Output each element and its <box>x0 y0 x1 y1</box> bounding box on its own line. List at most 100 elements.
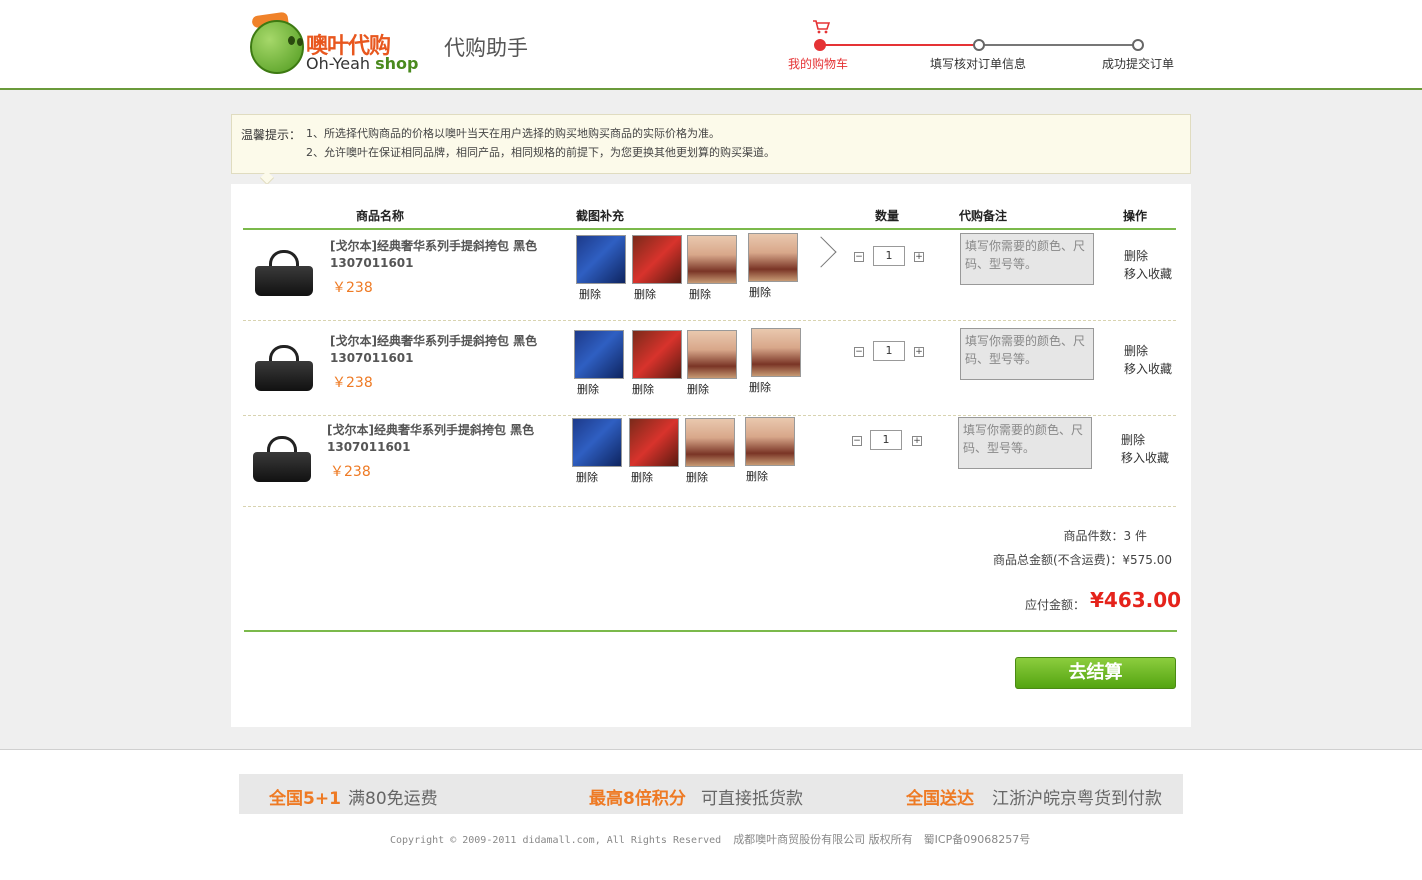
bag-body <box>253 452 311 482</box>
move-to-favorites-link[interactable]: 移入收藏 <box>1124 265 1172 282</box>
screenshot-delete-link[interactable]: 删除 <box>631 469 653 485</box>
screenshot-delete-link[interactable]: 删除 <box>687 381 709 397</box>
delete-item-link[interactable]: 删除 <box>1124 342 1148 359</box>
step-line-active <box>820 44 980 46</box>
screenshot-delete-link[interactable]: 删除 <box>746 468 768 484</box>
qty-input[interactable]: 1 <box>873 341 905 361</box>
product-thumbnail[interactable] <box>251 248 317 296</box>
screenshot-delete-link[interactable]: 删除 <box>579 286 601 302</box>
screenshot-delete-link[interactable]: 删除 <box>749 284 771 300</box>
product-name[interactable]: [戈尔本]经典奢华系列手提斜挎包 黑色 1307011601 <box>330 333 560 367</box>
product-thumbnail[interactable] <box>251 343 317 391</box>
qty-increase-button[interactable]: + <box>914 347 924 357</box>
note-textarea[interactable]: 填写你需要的颜色、尺码、型号等。 <box>958 417 1092 469</box>
cart-row: [戈尔本]经典奢华系列手提斜挎包 黑色 1307011601 ￥238 删除 删… <box>243 414 1176 507</box>
screenshot-thumb[interactable] <box>685 418 735 467</box>
service-strip: 全国5+1 满80免运费 最高8倍积分 可直接抵货款 全国送达 江浙沪皖京粤货到… <box>239 774 1183 814</box>
step-dot <box>1132 39 1144 51</box>
product-price: ￥238 <box>332 280 373 296</box>
copyright: Copyright © 2009-2011 didamall.com, All … <box>390 831 1030 847</box>
screenshot-delete-link[interactable]: 删除 <box>686 469 708 485</box>
product-price: ￥238 <box>330 464 371 480</box>
logo-eye-icon <box>288 36 295 45</box>
chevron-right-icon[interactable] <box>805 236 837 268</box>
product-price: ￥238 <box>332 375 373 391</box>
qty-input[interactable]: 1 <box>873 246 905 266</box>
step-dot-active <box>814 39 826 51</box>
qty-increase-button[interactable]: + <box>912 436 922 446</box>
qty-decrease-button[interactable]: − <box>854 252 864 262</box>
service-text: 可直接抵货款 <box>701 789 803 809</box>
product-name[interactable]: [戈尔本]经典奢华系列手提斜挎包 黑色 1307011601 <box>327 422 557 456</box>
logo-en-text: Oh-Yeah shop <box>306 54 419 73</box>
bag-body <box>255 361 313 391</box>
step-dot <box>973 39 985 51</box>
logo-en-a: Oh-Yeah <box>306 54 376 73</box>
note-textarea[interactable]: 填写你需要的颜色、尺码、型号等。 <box>960 328 1094 380</box>
col-header-name: 商品名称 <box>356 209 405 223</box>
tip-line: 1、所选择代购商品的价格以噢叶当天在用户选择的购买地购买商品的实际价格为准。 <box>306 127 720 140</box>
screenshot-delete-link[interactable]: 删除 <box>577 381 599 397</box>
col-header-qty: 数量 <box>875 209 900 223</box>
tip-label: 温馨提示： <box>241 128 302 142</box>
screenshot-thumb[interactable] <box>748 233 798 282</box>
delete-item-link[interactable]: 删除 <box>1124 247 1148 264</box>
step-line <box>980 44 1138 46</box>
cart-row: [戈尔本]经典奢华系列手提斜挎包 黑色 1307011601 ￥238 删除 删… <box>243 228 1176 321</box>
step-fill-order: 填写核对订单信息 <box>930 57 1027 71</box>
move-to-favorites-link[interactable]: 移入收藏 <box>1121 449 1169 466</box>
qty-input[interactable]: 1 <box>870 430 902 450</box>
col-header-action: 操作 <box>1123 209 1148 223</box>
screenshot-delete-link[interactable]: 删除 <box>749 379 771 395</box>
service-highlight: 全国送达 <box>906 789 974 809</box>
step-submit-success: 成功提交订单 <box>1102 57 1175 71</box>
note-textarea[interactable]: 填写你需要的颜色、尺码、型号等。 <box>960 233 1094 285</box>
screenshot-delete-link[interactable]: 删除 <box>576 469 598 485</box>
item-count: 商品件数：3 件 <box>1063 529 1147 543</box>
screenshot-thumb[interactable] <box>572 418 622 467</box>
screenshot-thumb[interactable] <box>629 418 679 467</box>
cart-icon <box>813 20 830 34</box>
pay-amount: ¥463.00 <box>1090 588 1182 612</box>
copyright-en: Copyright © 2009-2011 didamall.com, All … <box>390 835 722 846</box>
screenshot-delete-link[interactable]: 删除 <box>689 286 711 302</box>
move-to-favorites-link[interactable]: 移入收藏 <box>1124 360 1172 377</box>
screenshot-thumb[interactable] <box>576 235 626 284</box>
header: 噢叶代购 Oh-Yeah shop 代购助手 我的购物车 填写核对订单信息 成功… <box>0 0 1422 90</box>
warm-tip-box: 温馨提示： 1、所选择代购商品的价格以噢叶当天在用户选择的购买地购买商品的实际价… <box>231 114 1191 186</box>
col-header-note: 代购备注 <box>959 209 1008 223</box>
bag-body <box>255 266 313 296</box>
qty-decrease-button[interactable]: − <box>852 436 862 446</box>
cart-panel: 商品名称 截图补充 数量 代购备注 操作 [戈尔本]经典奢华系列手提斜挎包 黑色… <box>231 184 1191 727</box>
cart-row: [戈尔本]经典奢华系列手提斜挎包 黑色 1307011601 ￥238 删除 删… <box>243 323 1176 416</box>
screenshot-thumb[interactable] <box>632 330 682 379</box>
screenshot-thumb[interactable] <box>751 328 801 377</box>
logo-eye-icon <box>297 38 303 46</box>
screenshot-thumb[interactable] <box>745 417 795 466</box>
summary-divider <box>244 630 1177 632</box>
product-thumbnail[interactable] <box>249 434 315 482</box>
logo-mascot-icon <box>250 20 304 74</box>
col-header-screenshots: 截图补充 <box>576 209 625 223</box>
screenshot-thumb[interactable] <box>632 235 682 284</box>
qty-increase-button[interactable]: + <box>914 252 924 262</box>
service-highlight: 最高8倍积分 <box>589 789 686 809</box>
page-subtitle: 代购助手 <box>444 36 528 60</box>
product-name[interactable]: [戈尔本]经典奢华系列手提斜挎包 黑色 1307011601 <box>330 238 560 272</box>
screenshot-thumb[interactable] <box>687 235 737 284</box>
checkout-steps: 我的购物车 填写核对订单信息 成功提交订单 <box>788 20 1190 80</box>
screenshot-delete-link[interactable]: 删除 <box>634 286 656 302</box>
logo-en-b: shop <box>375 54 419 73</box>
delete-item-link[interactable]: 删除 <box>1121 431 1145 448</box>
pay-label: 应付金额： <box>1024 598 1085 612</box>
qty-decrease-button[interactable]: − <box>854 347 864 357</box>
screenshot-delete-link[interactable]: 删除 <box>632 381 654 397</box>
screenshot-thumb[interactable] <box>687 330 737 379</box>
subtotal: 商品总金额(不含运费)：¥575.00 <box>993 553 1172 567</box>
checkout-button[interactable]: 去结算 <box>1015 657 1176 689</box>
service-highlight: 全国5+1 <box>269 789 341 809</box>
copyright-cn: 成都噢叶商贸股份有限公司 版权所有 蜀ICP备09068257号 <box>733 833 1031 846</box>
brand-logo[interactable]: 噢叶代购 Oh-Yeah shop <box>230 11 430 78</box>
screenshot-thumb[interactable] <box>574 330 624 379</box>
service-text: 满80免运费 <box>348 789 438 809</box>
